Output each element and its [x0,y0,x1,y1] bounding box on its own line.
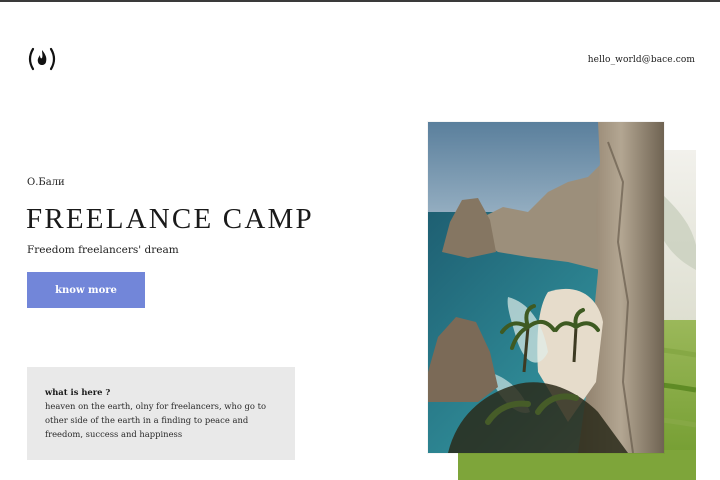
contact-email[interactable]: hello_world@bace.com [560,55,695,65]
top-border [0,0,720,2]
flame-logo-icon[interactable] [25,46,61,72]
cliff-beach-photo [428,122,664,453]
info-text: heaven on the earth, olny for freelancer… [45,401,267,439]
info-heading: what is here ? [45,387,111,397]
info-box: what is here ? heaven on the earth, olny… [27,367,295,460]
page-subtitle: Freedom freelancers' dream [27,244,179,256]
location-label: О.Бали [27,177,65,188]
know-more-button[interactable]: know more [27,272,145,308]
page-title: FREELANCE CAMP [26,203,314,235]
